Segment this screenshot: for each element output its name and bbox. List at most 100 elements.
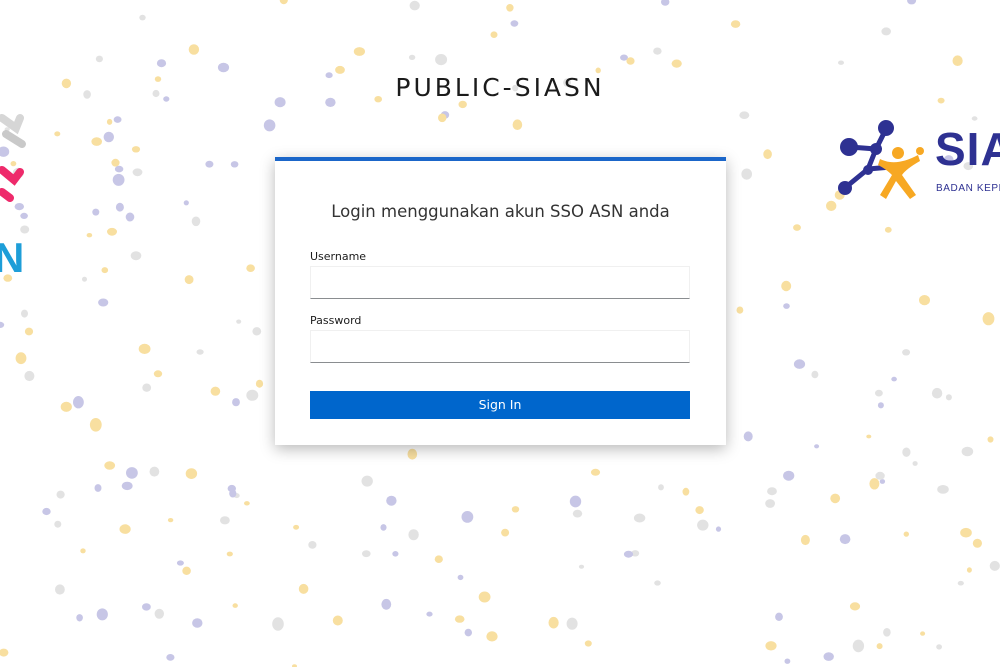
confetti-dot xyxy=(783,470,795,481)
confetti-dot xyxy=(408,54,416,61)
confetti-dot xyxy=(966,567,972,573)
confetti-dot xyxy=(113,116,122,123)
confetti-dot xyxy=(115,202,124,212)
confetti-dot xyxy=(263,119,276,132)
confetti-dot xyxy=(548,616,559,629)
confetti-dot xyxy=(830,493,841,504)
confetti-dot xyxy=(0,648,9,657)
confetti-dot xyxy=(54,520,62,528)
confetti-dot xyxy=(763,149,772,160)
confetti-dot xyxy=(252,327,262,336)
confetti-dot xyxy=(217,62,230,73)
confetti-dot xyxy=(741,168,752,180)
confetti-dot xyxy=(884,226,892,233)
confetti-dot xyxy=(671,59,682,68)
username-label: Username xyxy=(310,250,367,263)
confetti-dot xyxy=(461,511,474,523)
confetti-dot xyxy=(730,20,741,28)
confetti-dot xyxy=(919,295,930,306)
login-page: N SIA BADAN KEPE PUBLIC-SIASN Login meng… xyxy=(0,0,1000,667)
confetti-dot xyxy=(783,303,790,309)
confetti-dot xyxy=(715,526,722,532)
confetti-dot xyxy=(464,628,472,637)
confetti-dot xyxy=(246,389,259,401)
confetti-dot xyxy=(454,615,465,623)
confetti-dot xyxy=(838,60,844,65)
confetti-dot xyxy=(95,55,103,63)
confetti-dot xyxy=(972,538,983,548)
confetti-dot xyxy=(125,212,135,222)
confetti-dot xyxy=(125,467,138,479)
confetti-dot xyxy=(658,484,664,491)
confetti-dot xyxy=(86,233,93,238)
password-label: Password xyxy=(310,314,362,327)
confetti-dot xyxy=(103,131,115,143)
confetti-dot xyxy=(361,475,373,487)
confetti-dot xyxy=(92,208,100,216)
page-title: PUBLIC-SIASN xyxy=(395,73,605,102)
confetti-dot xyxy=(107,227,117,236)
confetti-dot xyxy=(272,617,284,631)
confetti-dot xyxy=(823,652,834,661)
confetti-dot xyxy=(56,490,65,499)
confetti-dot xyxy=(98,298,109,307)
confetti-dot xyxy=(457,574,464,581)
confetti-dot xyxy=(94,484,102,492)
username-input[interactable] xyxy=(310,266,690,299)
confetti-dot xyxy=(227,484,236,493)
sign-in-button[interactable]: Sign In xyxy=(310,391,690,419)
confetti-dot xyxy=(743,431,753,442)
confetti-dot xyxy=(21,309,28,318)
confetti-dot xyxy=(883,628,891,637)
confetti-dot xyxy=(511,506,520,513)
confetti-dot xyxy=(989,560,1000,571)
password-input[interactable] xyxy=(310,330,690,363)
confetti-dot xyxy=(891,376,897,382)
confetti-dot xyxy=(957,580,964,586)
confetti-dot xyxy=(920,631,926,636)
confetti-dot xyxy=(869,478,880,490)
confetti-dot xyxy=(119,524,131,534)
confetti-dot xyxy=(879,479,886,484)
confetti-dot xyxy=(139,14,146,21)
confetti-dot xyxy=(793,359,806,369)
confetti-dot xyxy=(101,267,109,274)
confetti-dot xyxy=(501,528,510,537)
confetti-dot xyxy=(106,118,113,125)
confetti-dot xyxy=(434,555,443,563)
confetti-dot xyxy=(877,402,884,409)
confetti-dot xyxy=(131,146,141,153)
siasn-logo-subtitle: BADAN KEPE xyxy=(936,183,1000,194)
confetti-dot xyxy=(91,137,102,146)
confetti-dot xyxy=(24,327,34,336)
confetti-dot xyxy=(392,551,399,557)
confetti-dot xyxy=(183,200,189,206)
confetti-dot xyxy=(937,485,949,494)
confetti-dot xyxy=(184,275,194,285)
confetti-dot xyxy=(279,0,288,5)
confetti-dot xyxy=(907,0,917,5)
confetti-dot xyxy=(793,224,801,231)
confetti-dot xyxy=(153,370,163,378)
confetti-dot xyxy=(42,507,51,516)
confetti-dot xyxy=(332,615,343,626)
siasn-logo-wordmark: SIA xyxy=(935,123,1000,175)
confetti-dot xyxy=(142,383,152,392)
confetti-dot xyxy=(839,534,851,545)
confetti-dot xyxy=(987,436,994,443)
confetti-dot xyxy=(881,27,891,36)
confetti-dot xyxy=(24,370,35,382)
confetti-dot xyxy=(149,466,160,477)
confetti-dot xyxy=(775,612,783,621)
confetti-dot xyxy=(76,614,83,622)
confetti-dot xyxy=(811,370,819,379)
confetti-dot xyxy=(781,280,792,292)
confetti-dot xyxy=(654,580,661,586)
confetti-dot xyxy=(697,519,709,531)
confetti-dot xyxy=(191,216,201,227)
confetti-dot xyxy=(192,618,203,628)
confetti-dot xyxy=(852,639,865,653)
confetti-dot xyxy=(408,529,419,541)
confetti-dot xyxy=(765,641,777,651)
confetti-dot xyxy=(353,47,365,56)
